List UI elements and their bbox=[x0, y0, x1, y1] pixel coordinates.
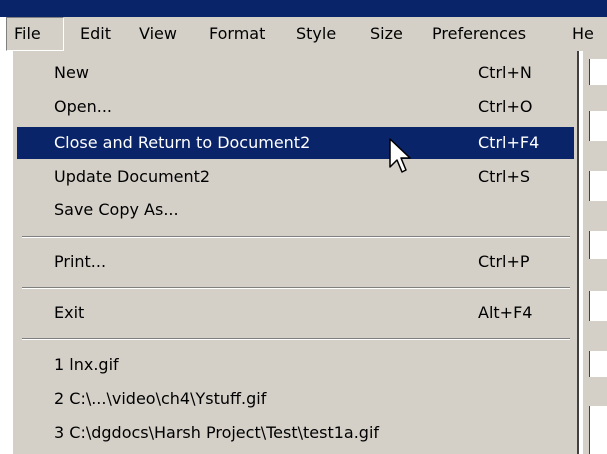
recent-file-item[interactable]: 3 C:\dgdocs\Harsh Project\Test\test1a.gi… bbox=[17, 417, 574, 449]
recent-file-item[interactable]: 1 lnx.gif bbox=[17, 349, 574, 381]
menu-item-open[interactable]: Open... Ctrl+O bbox=[17, 91, 574, 123]
window-background bbox=[583, 51, 607, 454]
window-title-bar bbox=[0, 0, 607, 17]
recent-file-label: 3 C:\dgdocs\Harsh Project\Test\test1a.gi… bbox=[54, 423, 380, 442]
menu-item-shortcut: Ctrl+F4 bbox=[478, 133, 540, 152]
menu-item-label: Close and Return to Document2 bbox=[54, 133, 311, 152]
background-control bbox=[589, 231, 607, 259]
menu-item-label: Print... bbox=[54, 252, 107, 271]
menu-view[interactable]: View bbox=[139, 17, 177, 51]
menu-file[interactable]: File bbox=[6, 17, 64, 51]
menu-bar: File Edit View Format Style Size Prefere… bbox=[6, 17, 607, 51]
menu-separator bbox=[22, 236, 570, 238]
background-control bbox=[589, 351, 607, 377]
menu-preferences[interactable]: Preferences bbox=[432, 17, 526, 51]
menu-item-label: New bbox=[54, 63, 89, 82]
menu-separator bbox=[22, 287, 570, 289]
background-control bbox=[589, 59, 607, 85]
menu-item-label: Update Document2 bbox=[54, 167, 211, 186]
menu-item-print[interactable]: Print... Ctrl+P bbox=[17, 246, 574, 278]
menu-item-shortcut: Ctrl+N bbox=[478, 63, 532, 82]
menu-item-shortcut: Ctrl+O bbox=[478, 97, 533, 116]
menu-separator bbox=[22, 338, 570, 340]
file-menu-dropdown: New Ctrl+N Open... Ctrl+O Close and Retu… bbox=[12, 51, 579, 454]
menu-help[interactable]: He bbox=[572, 17, 594, 51]
menu-size[interactable]: Size bbox=[370, 17, 403, 51]
menu-item-label: Open... bbox=[54, 97, 112, 116]
background-control bbox=[589, 291, 607, 321]
background-control bbox=[589, 171, 607, 201]
menu-item-label: Save Copy As... bbox=[54, 200, 179, 219]
menu-format[interactable]: Format bbox=[209, 17, 265, 51]
menu-item-update-document[interactable]: Update Document2 Ctrl+S bbox=[17, 161, 574, 193]
recent-file-label: 1 lnx.gif bbox=[54, 355, 119, 374]
background-control bbox=[589, 111, 607, 141]
recent-file-label: 2 C:\...\video\ch4\Ystuff.gif bbox=[54, 389, 267, 408]
menu-item-shortcut: Ctrl+S bbox=[478, 167, 531, 186]
menu-edit[interactable]: Edit bbox=[80, 17, 111, 51]
background-control bbox=[589, 406, 607, 454]
mouse-pointer-icon bbox=[389, 138, 411, 173]
menu-item-new[interactable]: New Ctrl+N bbox=[17, 57, 574, 89]
menu-item-close-and-return[interactable]: Close and Return to Document2 Ctrl+F4 bbox=[17, 127, 574, 159]
menu-item-shortcut: Ctrl+P bbox=[478, 252, 530, 271]
menu-style[interactable]: Style bbox=[296, 17, 336, 51]
menu-item-exit[interactable]: Exit Alt+F4 bbox=[17, 297, 574, 329]
menu-item-save-copy-as[interactable]: Save Copy As... bbox=[17, 194, 574, 226]
menu-item-shortcut: Alt+F4 bbox=[478, 303, 533, 322]
recent-file-item[interactable]: 2 C:\...\video\ch4\Ystuff.gif bbox=[17, 383, 574, 415]
menu-item-label: Exit bbox=[54, 303, 85, 322]
